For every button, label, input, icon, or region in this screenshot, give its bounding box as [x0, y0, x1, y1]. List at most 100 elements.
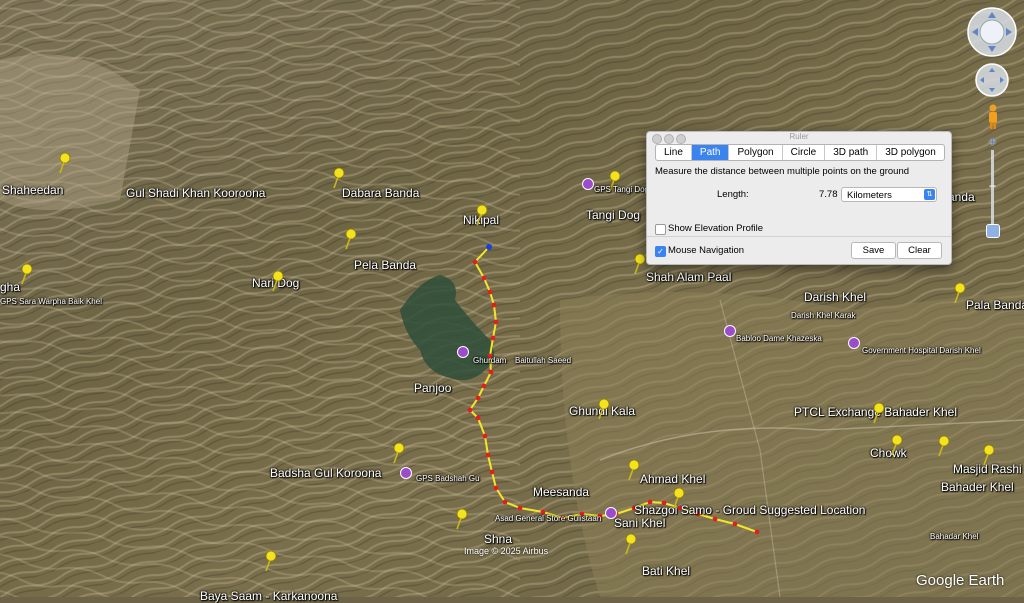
placemark-pushpin-icon[interactable]	[870, 402, 886, 424]
ruler-dialog: Ruler Line Path Polygon Circle 3D path 3D pol…	[646, 131, 952, 265]
place-label[interactable]: Pela Banda	[354, 258, 416, 272]
placemark-pushpin-icon[interactable]	[473, 204, 489, 226]
place-label[interactable]: Darish Khel Karak	[791, 311, 855, 320]
route-vertex[interactable]	[475, 395, 481, 401]
place-label[interactable]: Babloo Dame Khazeska	[736, 334, 822, 343]
place-label[interactable]: Baitullah Saeed	[515, 356, 571, 365]
place-label[interactable]: Asad General Store Gulistaan	[495, 514, 601, 523]
placemark-pushpin-icon[interactable]	[56, 152, 72, 174]
placemark-pushpin-icon[interactable]	[951, 282, 967, 304]
ruler-tab[interactable]: 3D path	[825, 145, 878, 160]
place-label[interactable]: GPS Tangi Dog	[594, 185, 649, 194]
poi-marker-icon[interactable]	[848, 337, 860, 349]
route-vertex[interactable]	[487, 289, 493, 295]
place-label[interactable]: Government Hospital Darish Khel	[862, 346, 981, 355]
route-vertex[interactable]	[472, 259, 478, 265]
route-vertex[interactable]	[517, 505, 523, 511]
route-vertex[interactable]	[481, 383, 487, 389]
place-label[interactable]: Dabara Banda	[342, 186, 419, 200]
show-elevation-label: Show Elevation Profile	[668, 223, 764, 234]
placemark-pushpin-icon[interactable]	[262, 550, 278, 572]
place-label[interactable]: Tangi Dog	[586, 208, 640, 222]
place-label[interactable]: Ahmad Khel	[640, 472, 705, 486]
poi-marker-icon[interactable]	[605, 507, 617, 519]
placemark-pushpin-icon[interactable]	[453, 508, 469, 530]
ruler-tab[interactable]: Path	[691, 145, 730, 160]
route-vertex[interactable]	[467, 407, 473, 413]
place-label[interactable]: Badsha Gul Koroona	[270, 466, 381, 480]
place-label[interactable]: Bati Khel	[642, 564, 690, 578]
placemark-pushpin-icon[interactable]	[342, 228, 358, 250]
route-vertex[interactable]	[712, 516, 718, 522]
placemark-pushpin-icon[interactable]	[622, 533, 638, 555]
place-label[interactable]: Bahadar Khel	[930, 532, 978, 541]
zoom-slider[interactable]: + −	[985, 136, 1001, 238]
placemark-pushpin-icon[interactable]	[595, 398, 611, 420]
place-label[interactable]: Sani Khel	[614, 516, 665, 530]
place-label[interactable]: Shah Alam Paal	[646, 270, 731, 284]
route-vertex[interactable]	[490, 335, 496, 341]
route-vertex[interactable]	[486, 244, 492, 250]
place-label[interactable]: Shna	[484, 532, 512, 546]
mouse-navigation-checkbox[interactable]: ✓	[655, 246, 666, 257]
placemark-pushpin-icon[interactable]	[888, 434, 904, 456]
route-vertex[interactable]	[493, 319, 499, 325]
place-label[interactable]: Darish Khel	[804, 290, 866, 304]
placemark-pushpin-icon[interactable]	[631, 253, 647, 275]
place-label[interactable]: Bahader Khel	[941, 480, 1014, 494]
ruler-tab[interactable]: Circle	[783, 145, 826, 160]
route-vertex[interactable]	[489, 469, 495, 475]
placemark-pushpin-icon[interactable]	[935, 435, 951, 457]
satellite-map[interactable]	[0, 0, 1024, 597]
place-label[interactable]: Baya Saam - Karkanoona	[200, 589, 337, 603]
ruler-tab[interactable]: 3D polygon	[877, 145, 944, 160]
pegman-icon[interactable]	[986, 104, 1000, 130]
route-vertex[interactable]	[493, 485, 499, 491]
placemark-pushpin-icon[interactable]	[18, 263, 34, 285]
save-button[interactable]: Save	[851, 242, 896, 259]
place-label[interactable]: Panjoo	[414, 381, 451, 395]
unit-select[interactable]: Kilometers ⇅	[841, 187, 937, 202]
zoom-out-button[interactable]: −	[985, 180, 1000, 193]
route-vertex[interactable]	[732, 521, 738, 527]
placemark-pushpin-icon[interactable]	[269, 270, 285, 292]
zoom-in-button[interactable]: +	[985, 136, 1000, 149]
place-label[interactable]: Ghurdam	[473, 356, 506, 365]
placemark-pushpin-icon[interactable]	[390, 442, 406, 464]
route-vertex[interactable]	[485, 452, 491, 458]
ruler-tab[interactable]: Polygon	[729, 145, 783, 160]
ruler-tab[interactable]: Line	[656, 145, 692, 160]
placemark-pushpin-icon[interactable]	[980, 444, 996, 466]
route-vertex[interactable]	[754, 529, 760, 535]
place-label[interactable]: Shazgoi Samo - Groud Suggested Location	[634, 503, 865, 517]
zoom-handle[interactable]	[986, 224, 1000, 238]
route-vertex[interactable]	[482, 433, 488, 439]
placemark-pushpin-icon[interactable]	[625, 459, 641, 481]
place-label[interactable]: anda	[948, 190, 975, 204]
show-elevation-checkbox[interactable]	[655, 224, 666, 235]
look-around-icon[interactable]	[966, 6, 1018, 58]
place-label[interactable]: GPS Badshah Gu	[416, 474, 480, 483]
move-icon[interactable]	[974, 62, 1010, 98]
length-value: 7.78	[819, 189, 838, 200]
ruler-titlebar[interactable]: Ruler	[647, 132, 951, 144]
poi-marker-icon[interactable]	[724, 325, 736, 337]
google-earth-logo: Google Earth	[916, 572, 1005, 589]
place-label[interactable]: Meesanda	[533, 485, 589, 499]
placemark-pushpin-icon[interactable]	[670, 487, 686, 509]
poi-marker-icon[interactable]	[400, 467, 412, 479]
place-label[interactable]: Gul Shadi Khan Kooroona	[126, 186, 265, 200]
route-vertex[interactable]	[491, 302, 497, 308]
route-vertex[interactable]	[481, 275, 487, 281]
route-vertex[interactable]	[502, 499, 508, 505]
place-label[interactable]: GPS Sara Warpha Baik Khel	[0, 297, 102, 306]
place-label[interactable]: Shaheedan	[2, 183, 63, 197]
poi-marker-icon[interactable]	[582, 178, 594, 190]
route-vertex[interactable]	[475, 415, 481, 421]
route-vertex[interactable]	[488, 369, 494, 375]
place-label[interactable]: Pala Banda	[966, 298, 1024, 312]
placemark-pushpin-icon[interactable]	[330, 167, 346, 189]
poi-marker-icon[interactable]	[457, 346, 469, 358]
clear-button[interactable]: Clear	[897, 242, 942, 259]
chevron-updown-icon: ⇅	[924, 189, 935, 200]
